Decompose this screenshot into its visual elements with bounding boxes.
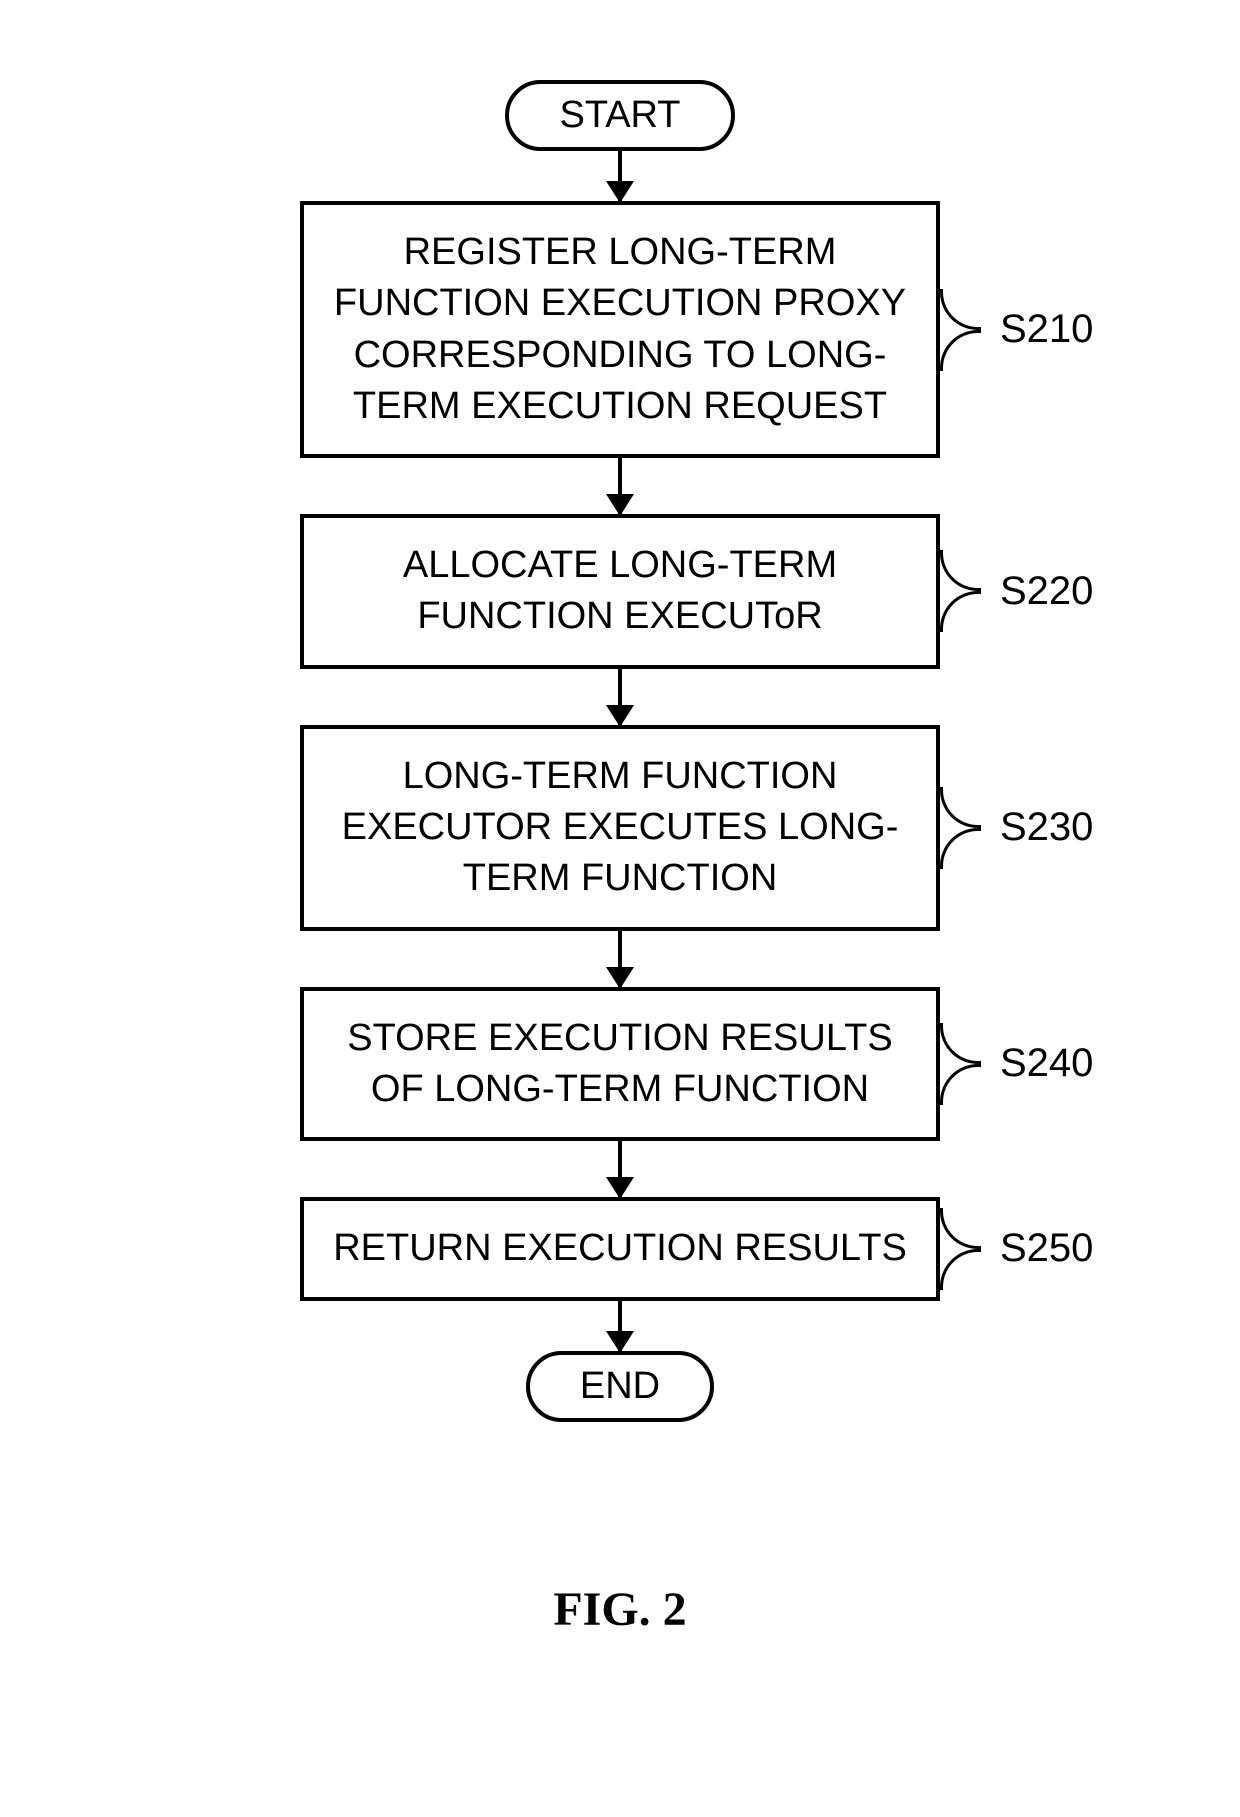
step-label: S240 (1000, 1041, 1093, 1086)
flowchart-container: START REGISTER LONG-TERM FUNCTION EXECUT… (300, 80, 940, 1422)
step-row-3: LONG-TERM FUNCTION EXECUTOR EXECUTES LON… (300, 725, 940, 931)
process-box: STORE EXECUTION RESULTS OF LONG-TERM FUN… (300, 987, 940, 1142)
label-connector (940, 787, 981, 828)
label-connector (940, 289, 981, 330)
label-connector (940, 1208, 981, 1249)
step-row-2: ALLOCATE LONG-TERM FUNCTION EXECUToR S22… (300, 514, 940, 669)
step-label: S210 (1000, 307, 1093, 352)
label-connector (940, 1064, 981, 1105)
arrow (618, 458, 622, 514)
label-connector (940, 591, 981, 632)
step-row-1: REGISTER LONG-TERM FUNCTION EXECUTION PR… (300, 201, 940, 458)
arrow (618, 931, 622, 987)
label-connector (940, 828, 981, 869)
step-label: S250 (1000, 1226, 1093, 1271)
arrow (618, 1301, 622, 1351)
process-box: LONG-TERM FUNCTION EXECUTOR EXECUTES LON… (300, 725, 940, 931)
process-box: REGISTER LONG-TERM FUNCTION EXECUTION PR… (300, 201, 940, 458)
arrow (618, 1141, 622, 1197)
step-label: S230 (1000, 805, 1093, 850)
step-row-4: STORE EXECUTION RESULTS OF LONG-TERM FUN… (300, 987, 940, 1142)
arrow (618, 151, 622, 201)
label-connector (940, 1023, 981, 1064)
process-box: RETURN EXECUTION RESULTS (300, 1197, 940, 1300)
figure-caption: FIG. 2 (553, 1582, 686, 1637)
start-terminator: START (505, 80, 734, 151)
process-box: ALLOCATE LONG-TERM FUNCTION EXECUToR (300, 514, 940, 669)
step-label: S220 (1000, 569, 1093, 614)
end-terminator: END (526, 1351, 714, 1422)
label-connector (940, 550, 981, 591)
label-connector (940, 1249, 981, 1290)
arrow (618, 669, 622, 725)
step-row-5: RETURN EXECUTION RESULTS S250 (300, 1197, 940, 1300)
label-connector (940, 330, 981, 371)
